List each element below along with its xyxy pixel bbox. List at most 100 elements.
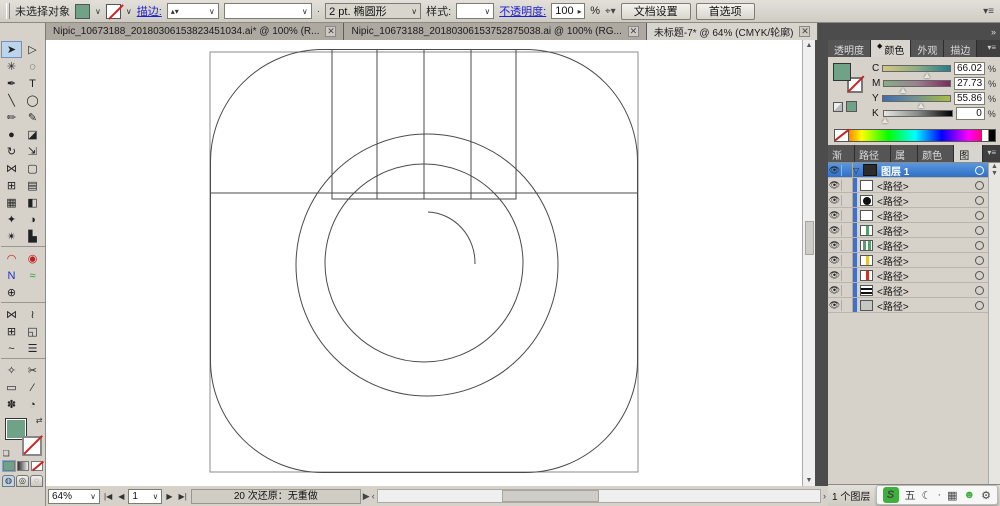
- eyedropper-tool-icon[interactable]: ✦: [1, 211, 22, 228]
- ime-user-icon[interactable]: ☻: [964, 489, 976, 501]
- tab-stroke[interactable]: 描边: [944, 40, 977, 57]
- type-tool-icon[interactable]: T: [22, 75, 43, 92]
- tab-gradient[interactable]: 渐变: [828, 145, 855, 162]
- color-fill-swatch[interactable]: [833, 63, 851, 81]
- scroll-left-icon[interactable]: ‹: [372, 491, 375, 501]
- path-row[interactable]: 👁 <路径>: [828, 298, 1000, 313]
- target-circle-icon[interactable]: [975, 166, 984, 175]
- path-label[interactable]: <路径>: [877, 253, 975, 268]
- scale-tool-icon[interactable]: ⇲: [22, 143, 43, 160]
- close-tab-icon[interactable]: ✕: [799, 26, 810, 37]
- arc-tool-icon[interactable]: ◠: [1, 250, 22, 267]
- target-circle-icon[interactable]: [975, 196, 984, 205]
- artboard-number-select[interactable]: 1∨: [128, 489, 162, 504]
- path-row[interactable]: 👁<路径>: [828, 268, 1000, 283]
- color-fill-stroke[interactable]: [833, 63, 863, 93]
- path-label[interactable]: <路径>: [877, 193, 975, 208]
- comb-tool-icon[interactable]: ☰: [22, 340, 43, 357]
- default-fill-stroke-icon[interactable]: ❏: [3, 449, 10, 458]
- stroke-dropdown-icon[interactable]: ∨: [126, 7, 132, 16]
- status-readout[interactable]: 20 次还原：无重做: [191, 489, 361, 504]
- lock-column[interactable]: [842, 298, 853, 312]
- path-label[interactable]: <路径>: [877, 298, 975, 313]
- last-color-swatch[interactable]: [846, 101, 857, 112]
- polyline-tool-icon[interactable]: N: [1, 267, 22, 284]
- layers-scrollbar[interactable]: ▲▼: [988, 163, 1000, 484]
- lock-column[interactable]: [842, 268, 853, 282]
- none-color-box[interactable]: [835, 130, 849, 141]
- gradient-mode-button[interactable]: [17, 461, 29, 471]
- visibility-eye-icon[interactable]: 👁: [828, 180, 842, 191]
- draw-behind-button[interactable]: ◎: [16, 475, 29, 487]
- web-color-cube-icon[interactable]: [833, 102, 843, 112]
- ime-wubi-label[interactable]: 五: [905, 487, 916, 503]
- style-combo[interactable]: ∨: [456, 3, 494, 19]
- zoom-level-select[interactable]: 64%∨: [48, 489, 100, 504]
- slider-thumb-icon[interactable]: [918, 103, 924, 108]
- rotate-tool-icon[interactable]: ↻: [1, 143, 22, 160]
- channel-slider[interactable]: [882, 95, 951, 102]
- artboard-tool-icon[interactable]: ▭: [1, 379, 22, 396]
- ellipse-tool-icon[interactable]: ◯: [22, 92, 43, 109]
- lock-column[interactable]: [842, 163, 853, 177]
- horizontal-scrollbar[interactable]: [377, 489, 821, 503]
- visibility-eye-icon[interactable]: 👁: [828, 285, 842, 296]
- wave-tool-icon[interactable]: ≈: [22, 267, 43, 284]
- symbol-sprayer-tool-icon[interactable]: ✴: [1, 228, 22, 245]
- visibility-eye-icon[interactable]: 👁: [828, 165, 842, 176]
- opacity-link[interactable]: 不透明度:: [499, 3, 546, 19]
- free-transform-tool-icon[interactable]: ▢: [22, 160, 43, 177]
- visibility-eye-icon[interactable]: 👁: [828, 210, 842, 221]
- path-label[interactable]: <路径>: [877, 238, 975, 253]
- slider-thumb-icon[interactable]: [924, 73, 930, 78]
- channel-slider[interactable]: [883, 80, 951, 87]
- zoom-tool-icon[interactable]: ◔: [22, 396, 43, 413]
- color-mode-button[interactable]: [3, 461, 15, 471]
- pen-tool-icon[interactable]: ✒: [1, 75, 22, 92]
- channel-slider[interactable]: [883, 110, 953, 117]
- hand-tool-icon[interactable]: ✽: [1, 396, 22, 413]
- none-mode-button[interactable]: [31, 461, 43, 471]
- variable-width-combo[interactable]: 2 pt. 椭圆形∨: [325, 3, 421, 19]
- lock-column[interactable]: [842, 223, 853, 237]
- fill-color-swatch[interactable]: [75, 4, 90, 19]
- blend-tool-icon[interactable]: ◑: [22, 211, 43, 228]
- tab-color-guide[interactable]: 颜色参: [918, 145, 954, 162]
- document-tab-3-active[interactable]: 未标题-7* @ 64% (CMYK/轮廓) ✕: [647, 23, 819, 40]
- expand-triangle-icon[interactable]: ▽: [853, 166, 863, 175]
- isolate-selection-icon[interactable]: ⌖▾: [605, 6, 616, 17]
- target-circle-icon[interactable]: [975, 211, 984, 220]
- target-circle-icon[interactable]: [975, 301, 984, 310]
- eraser-tool-icon[interactable]: ◪: [22, 126, 43, 143]
- tab-transparency[interactable]: 透明度: [828, 40, 871, 57]
- mesh-tool-icon[interactable]: ▦: [1, 194, 22, 211]
- perspective-grid-tool-icon[interactable]: ▤: [22, 177, 43, 194]
- target-circle-icon[interactable]: [975, 271, 984, 280]
- document-setup-button[interactable]: 文档设置: [621, 3, 691, 20]
- stroke-color-swatch[interactable]: [106, 4, 121, 19]
- next-artboard-icon[interactable]: ▶: [164, 492, 174, 501]
- tab-pathfinder[interactable]: 路径查: [855, 145, 891, 162]
- color-spectrum-bar[interactable]: [834, 129, 996, 142]
- channel-value-input[interactable]: 55.86: [954, 92, 985, 105]
- page-curl-tool-icon[interactable]: ◱: [22, 323, 43, 340]
- target-circle-icon[interactable]: [975, 181, 984, 190]
- opacity-input[interactable]: 100▸: [551, 3, 585, 19]
- close-tab-icon[interactable]: ✕: [325, 26, 336, 37]
- path-row[interactable]: 👁<路径>: [828, 208, 1000, 223]
- path-row[interactable]: 👁<路径>: [828, 178, 1000, 193]
- first-artboard-icon[interactable]: |◀: [102, 492, 114, 501]
- gradient-tool-icon[interactable]: ◧: [22, 194, 43, 211]
- grid-tool-icon[interactable]: ⊞: [1, 323, 22, 340]
- collapse-dock-icon[interactable]: »: [991, 27, 996, 37]
- layer-row-layer1[interactable]: 👁 ▽ 图层 1: [828, 163, 1000, 178]
- stroke-weight-combo[interactable]: ▴▾∨: [167, 3, 219, 19]
- lock-column[interactable]: [842, 208, 853, 222]
- target-circle-icon[interactable]: [975, 286, 984, 295]
- measure-tool-icon[interactable]: ✧: [1, 362, 22, 379]
- draw-normal-button[interactable]: ◍: [2, 475, 15, 487]
- swap-fill-stroke-icon[interactable]: ⇄: [36, 416, 43, 425]
- ime-wrench-icon[interactable]: ⚙: [981, 489, 991, 502]
- visibility-eye-icon[interactable]: 👁: [828, 240, 842, 251]
- visibility-eye-icon[interactable]: 👁: [828, 300, 842, 311]
